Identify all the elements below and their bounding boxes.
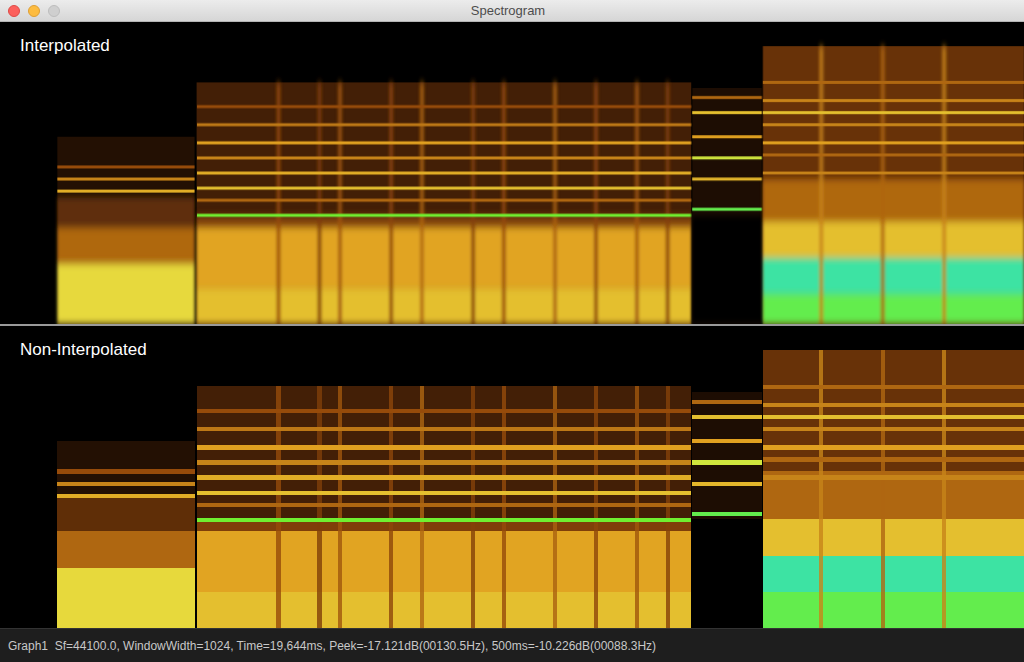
spectrogram-segment [763,350,1024,628]
spectrogram-segment [57,137,194,324]
panel-label: Non-Interpolated [20,340,147,360]
status-bar: Graph1 Sf=44100.0, WindowWidth=1024, Tim… [0,628,1024,662]
spectrogram-segment [197,386,692,628]
zoom-button-icon [48,5,60,17]
spectrogram-segment [763,46,1024,324]
spectrogram-chart [0,326,1024,628]
spectrogram-window: Spectrogram Interpolated Non-Interpolated G… [0,0,1024,662]
spectrogram-segment [57,441,194,628]
window-title: Spectrogram [60,3,956,18]
spectrogram-chart [0,22,1024,324]
spectrogram-segment [692,88,762,324]
close-button-icon[interactable] [8,5,20,17]
title-bar: Spectrogram [0,0,1024,22]
spectrogram-panel: Non-Interpolated [0,326,1024,628]
window-controls [0,5,60,17]
panel-label: Interpolated [20,36,110,56]
spectrogram-segment [692,392,762,628]
spectrogram-panel: Interpolated [0,22,1024,324]
minimize-button-icon[interactable] [28,5,40,17]
spectrogram-segment [197,82,692,324]
